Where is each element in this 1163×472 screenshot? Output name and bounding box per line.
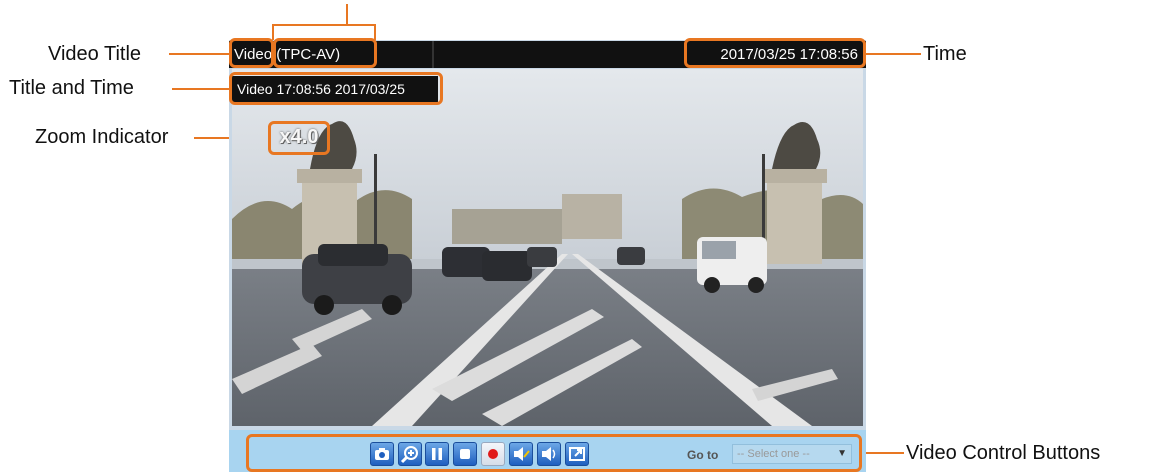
- callout-zoom-indicator: Zoom Indicator: [35, 126, 169, 148]
- leader-title-and-time: [172, 88, 230, 90]
- leader-video-control-buttons: [862, 452, 904, 454]
- leader-top: [346, 4, 348, 24]
- leader-top-bracket: [272, 24, 376, 26]
- callout-title-and-time: Title and Time: [9, 77, 134, 99]
- leader-time: [866, 53, 921, 55]
- highlight-video-title: [229, 38, 274, 68]
- callout-video-title: Video Title: [48, 43, 142, 65]
- highlight-zoom-indicator: [268, 121, 330, 155]
- callout-time: Time: [923, 43, 967, 65]
- highlight-time: [684, 38, 866, 68]
- leader-top-bracket-r: [374, 24, 376, 40]
- highlight-source-name: [273, 38, 377, 68]
- highlight-video-control-buttons: [246, 434, 862, 472]
- leader-top-bracket-l: [272, 24, 274, 40]
- callout-video-control-buttons: Video Control Buttons: [906, 442, 1101, 464]
- leader-video-title: [169, 53, 232, 55]
- title-bar-divider: [432, 41, 434, 68]
- highlight-title-and-time: [229, 72, 443, 105]
